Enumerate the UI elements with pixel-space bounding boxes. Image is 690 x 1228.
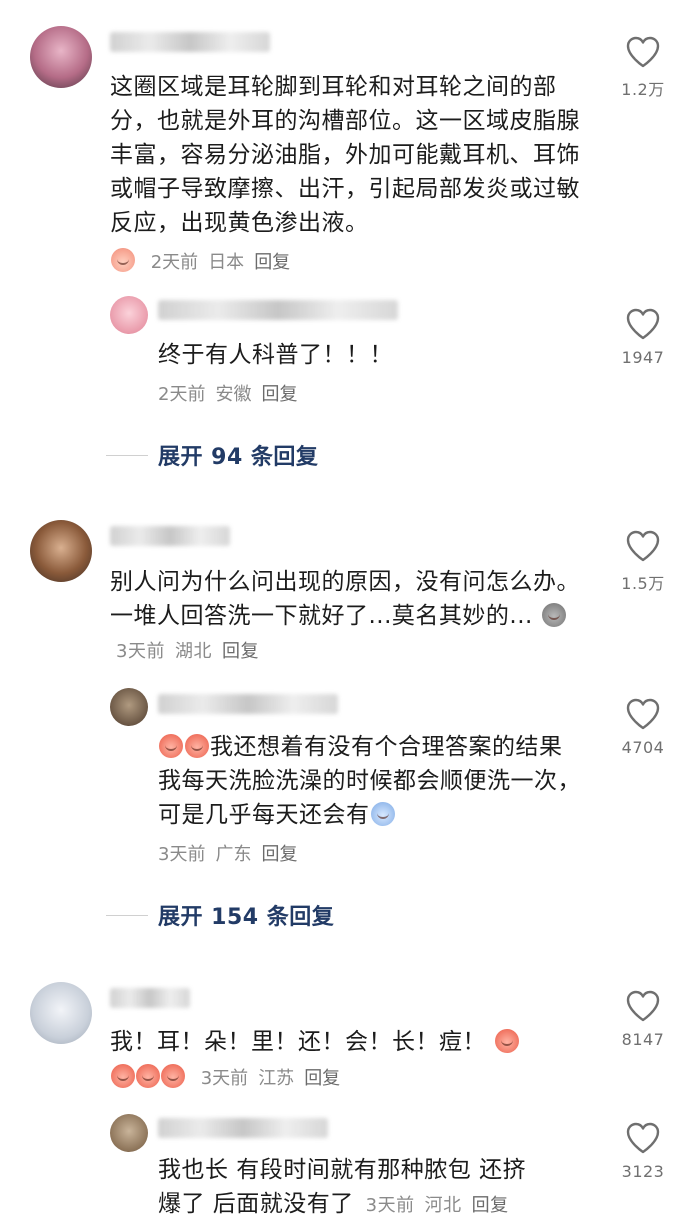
sweat-emoji-icon [370,802,395,826]
like-count: 8147 [621,1030,665,1049]
avatar[interactable] [30,982,92,1044]
reply-text: 终于有人科普了！！！ [158,342,393,368]
like-count: 1.2万 [621,80,665,99]
like-button[interactable]: 1.5万 [598,530,688,594]
comment-time: 2天前 [150,252,199,273]
avatar[interactable] [30,520,92,582]
like-button[interactable]: 3123 [598,1122,688,1181]
reply-text: 我还想着有没有个合理答案的结果 我每天洗脸洗澡的时候都会顺便洗一次，可是几乎每天… [158,730,588,832]
divider [106,455,148,456]
crying-emoji-icon [111,1064,135,1088]
reply-time: 2天前 [158,384,206,405]
heart-icon [626,530,660,562]
reply-text-line1: 我也长 有段时间就有那种脓包 还挤 [158,1157,527,1183]
reply-text: 我也长 有段时间就有那种脓包 还挤 爆了 后面就没有了 3天前 河北 回复 [158,1153,598,1221]
comment-meta: 2天前 日本 回复 [110,248,300,276]
reply-location: 广东 [215,844,252,865]
comment-text: 我！耳！朵！里！还！会！长！痘！ [110,1025,600,1059]
reply-meta: 3天前 广东 回复 [158,842,307,868]
heart-icon [626,698,660,730]
divider [106,915,148,916]
comment-time: 3天前 [116,641,165,662]
heart-icon [626,1122,660,1154]
crying-emoji-icon [159,734,183,758]
username-blurred[interactable] [158,300,398,320]
comment-time: 3天前 [200,1068,249,1089]
reply-location: 河北 [424,1195,462,1216]
comment-text: 这圈区域是耳轮脚到耳轮和对耳轮之间的部分，也就是外耳的沟槽部位。这一区域皮脂腺丰… [110,74,580,236]
like-button[interactable]: 4704 [598,698,688,757]
comment-text-content: 别人问为什么问出现的原因，没有问怎么办。一堆人回答洗一下就好了...莫名其妙的.… [110,569,580,629]
reply-text-line2: 爆了 后面就没有了 [158,1191,354,1217]
username-blurred[interactable] [110,526,230,546]
reply-location: 安徽 [215,384,252,405]
like-count: 3123 [621,1162,665,1181]
reply-time: 3天前 [158,844,206,865]
like-button[interactable]: 1.2万 [598,36,688,100]
reply-button[interactable]: 回复 [254,252,290,273]
reply-button[interactable]: 回复 [261,844,297,865]
comment-meta: 3天前 江苏 回复 [110,1064,350,1092]
avatar[interactable] [110,296,148,334]
avatar[interactable] [30,26,92,88]
crying-emoji-icon [494,1029,519,1053]
like-count: 1947 [621,348,665,367]
username-blurred[interactable] [110,988,190,1008]
comment-location: 江苏 [258,1068,295,1089]
expand-replies-button[interactable]: 展开 94 条回复 [158,439,318,471]
like-count: 4704 [621,738,665,757]
heart-icon [626,36,660,68]
reply-button[interactable]: 回复 [304,1068,340,1089]
reply-meta: 3天前 河北 回复 [366,1195,519,1216]
reply-button[interactable]: 回复 [472,1195,509,1216]
reply-text-content: 我还想着有没有个合理答案的结果 我每天洗脸洗澡的时候都会顺便洗一次，可是几乎每天… [158,734,581,828]
reply-button[interactable]: 回复 [222,641,259,662]
reply-time: 3天前 [365,1195,415,1216]
comment-meta: 3天前 湖北 回复 [116,641,269,662]
heart-icon [626,308,660,340]
comment-text: 别人问为什么问出现的原因，没有问怎么办。一堆人回答洗一下就好了...莫名其妙的.… [110,565,600,667]
expand-replies-button[interactable]: 展开 154 条回复 [158,899,334,931]
peach-emoji-icon [111,248,135,272]
avatar[interactable] [110,688,148,726]
comment-location: 湖北 [174,641,212,662]
username-blurred[interactable] [110,32,270,52]
username-blurred[interactable] [158,694,338,714]
like-count: 1.5万 [621,574,665,593]
comment-text-content: 我！耳！朵！里！还！会！长！痘！ [110,1029,486,1055]
reply-meta: 2天前 安徽 回复 [158,382,307,408]
crying-emoji-icon [136,1064,160,1088]
crying-emoji-icon [185,734,209,758]
heart-icon [626,990,660,1022]
stone-emoji-icon [541,603,566,627]
like-button[interactable]: 1947 [598,308,688,367]
crying-emoji-icon [161,1064,185,1088]
username-blurred[interactable] [158,1118,328,1138]
avatar[interactable] [110,1114,148,1152]
comment-location: 日本 [208,252,245,273]
like-button[interactable]: 8147 [598,990,688,1049]
reply-button[interactable]: 回复 [261,384,297,405]
